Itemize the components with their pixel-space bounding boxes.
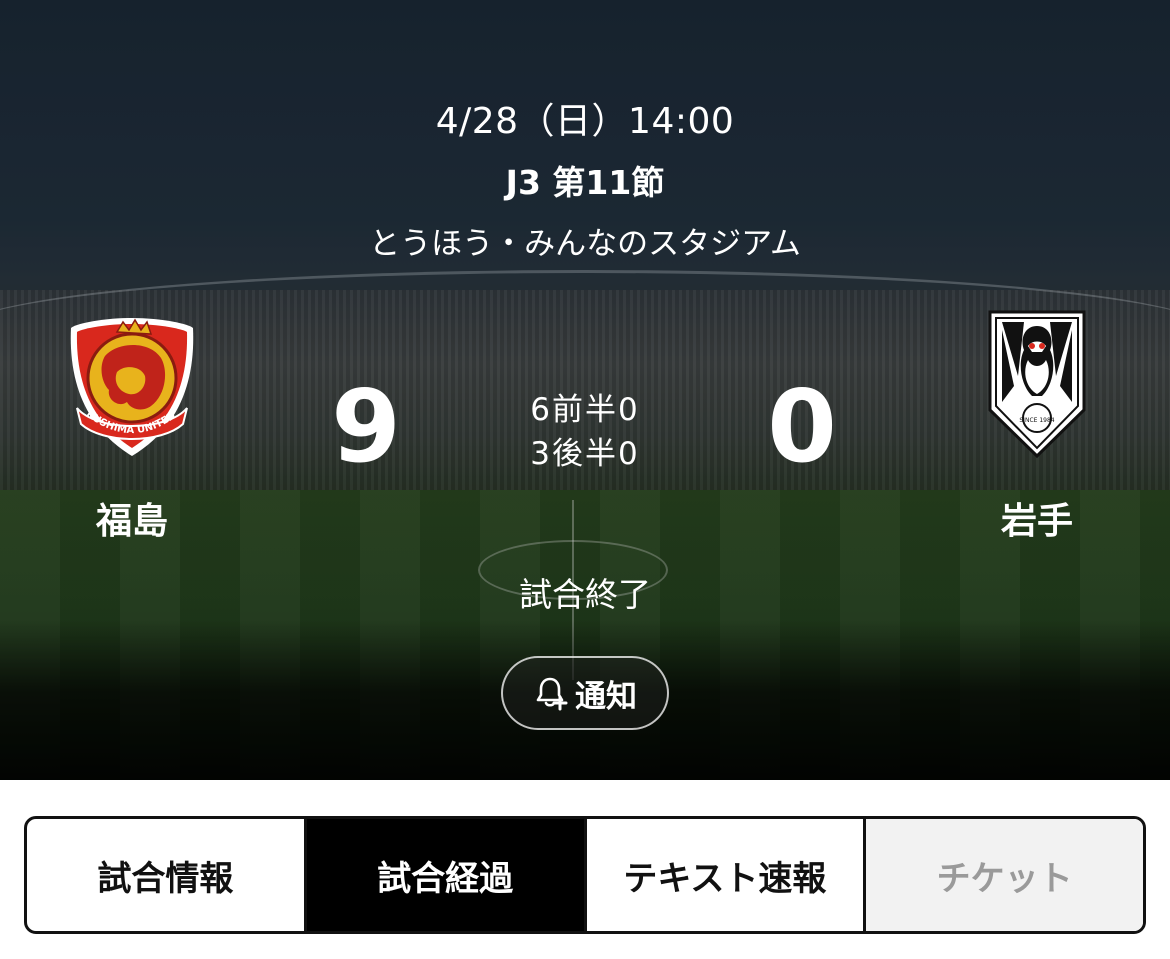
tab-tickets[interactable]: チケット: [866, 819, 1143, 931]
first-half-away: 0: [618, 392, 640, 428]
tab-match-info[interactable]: 試合情報: [27, 819, 307, 931]
second-half-label: 後半: [552, 436, 618, 472]
second-half-away: 0: [618, 436, 640, 472]
first-half-label: 前半: [552, 392, 618, 428]
bell-plus-icon: [533, 675, 569, 711]
match-hero: 4/28（日）14:00 J3 第11節 とうほう・みんなのスタジアム FUKU…: [0, 0, 1170, 780]
second-half-score: 3後半0: [460, 428, 710, 473]
away-team-logo[interactable]: SINCE 1984: [962, 306, 1112, 459]
match-datetime: 4/28（日）14:00: [435, 101, 735, 142]
home-team-name[interactable]: 福島: [52, 492, 212, 544]
svg-text:SINCE 1984: SINCE 1984: [1019, 417, 1054, 424]
tab-text-live[interactable]: テキスト速報: [587, 819, 867, 931]
second-half-home: 3: [530, 436, 552, 472]
match-tabs: 試合情報 試合経過 テキスト速報 チケット: [24, 816, 1146, 934]
match-status: 試合終了: [519, 575, 651, 614]
match-competition: J3 第11節: [505, 163, 665, 202]
notify-label: 通知: [575, 678, 637, 715]
fukushima-united-crest-icon: FUKUSHIMA UNITED FC: [53, 304, 194, 456]
first-half-home: 6: [530, 392, 552, 428]
home-team-logo[interactable]: FUKUSHIMA UNITED FC: [53, 304, 207, 462]
first-half-score: 6前半0: [460, 384, 710, 429]
tab-match-progress[interactable]: 試合経過: [306, 819, 587, 931]
home-score: 9: [331, 368, 401, 485]
iwate-grulla-crest-icon: SINCE 1984: [988, 310, 1086, 459]
away-score: 0: [767, 368, 837, 485]
notify-button[interactable]: 通知: [501, 656, 669, 730]
match-venue: とうほう・みんなのスタジアム: [369, 226, 801, 262]
away-team-name[interactable]: 岩手: [957, 492, 1117, 544]
